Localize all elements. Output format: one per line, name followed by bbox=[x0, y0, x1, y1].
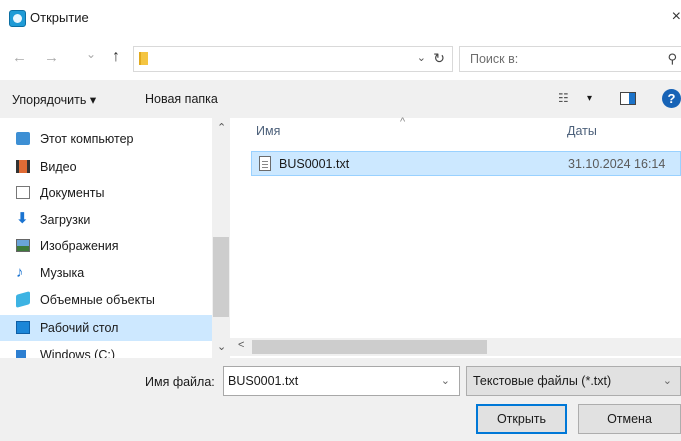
filetype-value: Текстовые файлы (*.txt) bbox=[473, 374, 612, 388]
text-file-icon bbox=[259, 156, 271, 171]
sidebar-item-label: Музыка bbox=[40, 266, 85, 280]
preview-pane-icon[interactable] bbox=[620, 92, 636, 105]
recent-locations-chevron-icon[interactable]: ⌄ bbox=[86, 47, 96, 61]
sidebar-item-documents[interactable]: Документы bbox=[0, 180, 212, 206]
music-note-icon: ♪ bbox=[16, 264, 24, 281]
title-bar: Открытие × bbox=[0, 0, 681, 36]
desktop-icon bbox=[16, 321, 30, 334]
sidebar-item-pictures[interactable]: Изображения bbox=[0, 233, 212, 259]
file-date: 31.10.2024 16:14 bbox=[568, 157, 666, 171]
filetype-dropdown-icon[interactable]: ⌄ bbox=[663, 374, 672, 387]
organize-button[interactable]: Упорядочить ▾ bbox=[12, 92, 96, 107]
horizontal-scrollbar-thumb[interactable] bbox=[252, 340, 487, 354]
sidebar-item-downloads[interactable]: ⬇ Загрузки bbox=[0, 207, 212, 233]
3d-objects-icon bbox=[16, 291, 30, 308]
filename-input[interactable]: BUS0001.txt ⌄ bbox=[223, 366, 460, 396]
cancel-button[interactable]: Отмена bbox=[578, 404, 681, 434]
command-toolbar: Упорядочить ▾ Новая папка ☷ ▾ ? bbox=[0, 80, 681, 118]
address-bar[interactable]: ⌄ ↻ bbox=[133, 46, 453, 72]
file-row[interactable]: BUS0001.txt 31.10.2024 16:14 bbox=[251, 151, 681, 176]
sidebar-item-3d-objects[interactable]: Объемные объекты bbox=[0, 287, 212, 313]
close-icon[interactable]: × bbox=[672, 8, 681, 26]
back-arrow-icon[interactable]: ← bbox=[12, 49, 27, 66]
forward-arrow-icon[interactable]: → bbox=[44, 49, 59, 66]
documents-folder-icon bbox=[16, 186, 30, 199]
sidebar-item-label: Видео bbox=[40, 160, 77, 174]
sidebar-item-label: Изображения bbox=[40, 239, 119, 253]
view-dropdown-icon[interactable]: ▾ bbox=[587, 93, 592, 104]
filename-value: BUS0001.txt bbox=[228, 374, 299, 388]
sidebar-item-music[interactable]: ♪ Музыка bbox=[0, 260, 212, 286]
video-folder-icon bbox=[16, 160, 30, 173]
computer-icon bbox=[16, 132, 30, 145]
sidebar-item-video[interactable]: Видео bbox=[0, 154, 212, 180]
open-button[interactable]: Открыть bbox=[476, 404, 567, 434]
sidebar-item-windows-drive[interactable]: Windows (C:) bbox=[0, 342, 212, 358]
filename-dropdown-icon[interactable]: ⌄ bbox=[441, 374, 450, 387]
view-options-icon[interactable]: ☷ bbox=[558, 92, 571, 105]
drive-icon bbox=[16, 350, 26, 358]
sidebar-item-label: Windows (C:) bbox=[40, 348, 116, 358]
scroll-left-icon[interactable]: < bbox=[238, 339, 244, 351]
search-input[interactable]: Поиск в: ⚲ bbox=[459, 46, 681, 72]
sidebar-item-label: Этот компьютер bbox=[40, 132, 134, 146]
file-list: Имя ^ Даты BUS0001.txt 31.10.2024 16:14 bbox=[230, 116, 681, 358]
column-header-name[interactable]: Имя bbox=[256, 124, 280, 138]
filetype-select[interactable]: Текстовые файлы (*.txt) ⌄ bbox=[466, 366, 681, 396]
scroll-down-icon[interactable]: ⌄ bbox=[217, 340, 226, 353]
sidebar-item-this-pc[interactable]: Этот компьютер bbox=[0, 126, 212, 152]
navigation-pane: Этот компьютер Видео Документы ⬇ Загрузк… bbox=[0, 118, 230, 358]
sidebar-item-label: Документы bbox=[40, 186, 105, 200]
window-title: Открытие bbox=[30, 10, 89, 25]
sidebar-item-desktop[interactable]: Рабочий стол bbox=[0, 315, 212, 341]
sort-ascending-icon: ^ bbox=[400, 116, 406, 128]
search-placeholder: Поиск в: bbox=[470, 52, 519, 66]
refresh-icon[interactable]: ↻ bbox=[433, 50, 445, 67]
navigation-bar: ← → ⌄ ↑ ⌄ ↻ Поиск в: ⚲ bbox=[0, 44, 681, 76]
pictures-folder-icon bbox=[16, 239, 30, 252]
address-dropdown-icon[interactable]: ⌄ bbox=[417, 51, 426, 64]
filename-label: Имя файла: bbox=[145, 375, 215, 389]
sidebar-item-label: Объемные объекты bbox=[40, 293, 155, 307]
column-header-date[interactable]: Даты bbox=[567, 124, 597, 138]
sidebar-scrollbar-thumb[interactable] bbox=[213, 237, 229, 317]
scroll-up-icon[interactable]: ⌃ bbox=[217, 121, 226, 134]
sidebar-item-label: Загрузки bbox=[40, 213, 91, 227]
downloads-arrow-icon: ⬇ bbox=[16, 210, 29, 227]
up-arrow-icon[interactable]: ↑ bbox=[112, 48, 120, 66]
app-icon bbox=[9, 10, 26, 27]
sidebar-item-label: Рабочий стол bbox=[40, 321, 119, 335]
help-icon[interactable]: ? bbox=[662, 89, 681, 108]
file-name: BUS0001.txt bbox=[279, 157, 350, 171]
new-folder-button[interactable]: Новая папка bbox=[145, 92, 218, 106]
folder-icon bbox=[139, 52, 148, 65]
search-icon[interactable]: ⚲ bbox=[667, 51, 677, 67]
